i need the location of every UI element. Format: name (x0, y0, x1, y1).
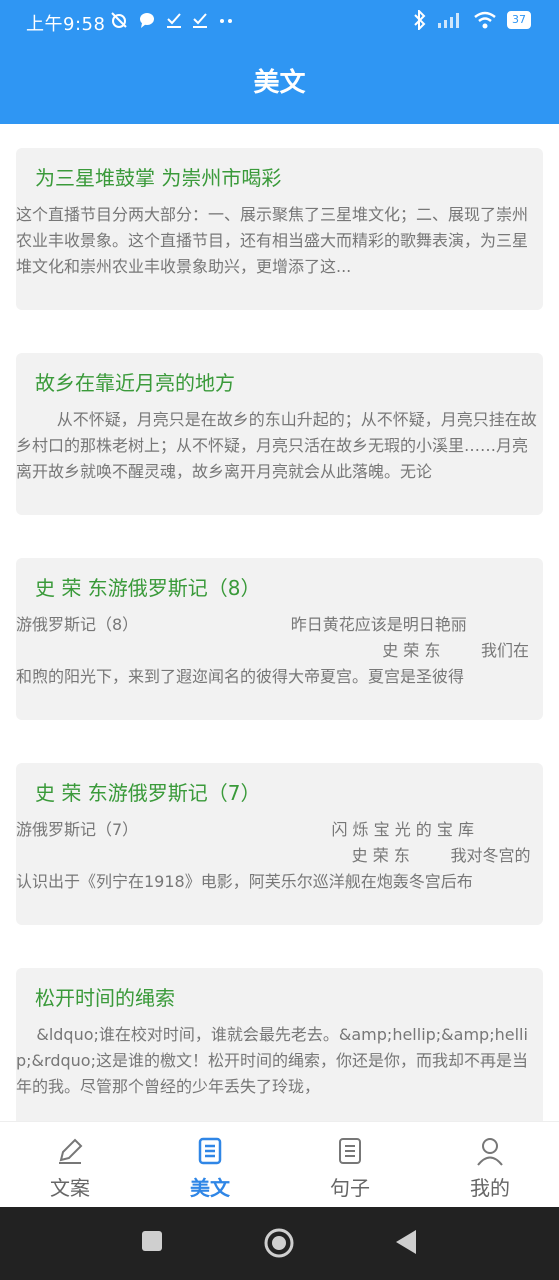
status-notification-icons (110, 11, 234, 29)
tab-label: 文案 (50, 1176, 90, 1200)
tab-label: 句子 (330, 1176, 370, 1200)
article-card[interactable]: 史 荣 东游俄罗斯记（8） 游俄罗斯记（8） 昨日黄花应该是明日艳丽 史 荣 东… (16, 558, 543, 720)
document-icon (339, 1138, 361, 1164)
tab-profile[interactable]: 我的 (420, 1122, 559, 1208)
status-time: 上午9:58 (26, 14, 106, 35)
app-header: 美文 (0, 44, 559, 124)
user-icon (477, 1138, 503, 1166)
alarm-off-icon (111, 12, 127, 28)
tab-copywriting[interactable]: 文案 (0, 1122, 140, 1208)
article-title: 史 荣 东游俄罗斯记（7） (35, 781, 261, 805)
article-title: 故乡在靠近月亮的地方 (35, 371, 235, 395)
article-title: 为三星堆鼓掌 为崇州市喝彩 (35, 166, 282, 190)
home-button[interactable] (263, 1227, 295, 1259)
article-excerpt: &ldquo;谁在校对时间，谁就会最先老去。&amp;hellip;&amp;h… (16, 1025, 528, 1096)
article-excerpt: 从不怀疑，月亮只是在故乡的东山升起的；从不怀疑，月亮只挂在故乡村口的那株老树上；… (16, 410, 537, 481)
status-bar: 上午9:58 37 (0, 0, 559, 44)
chat-bubble-icon (140, 13, 154, 28)
system-navigation-bar (0, 1207, 559, 1280)
document-icon (198, 1137, 222, 1165)
article-title: 史 荣 东游俄罗斯记（8） (35, 576, 261, 600)
pen-icon (59, 1138, 83, 1164)
article-excerpt: 游俄罗斯记（8） 昨日黄花应该是明日艳丽 史 荣 东 我们在和煦的阳光下，来到了… (16, 615, 530, 686)
more-dots-icon (220, 19, 232, 23)
article-card[interactable]: 松开时间的绳索 &ldquo;谁在校对时间，谁就会最先老去。&amp;helli… (16, 968, 543, 1121)
page-title: 美文 (253, 68, 306, 98)
bottom-tab-bar: 文案 美文 句子 我的 (0, 1121, 559, 1208)
tab-label: 我的 (470, 1176, 510, 1200)
tab-sentences[interactable]: 句子 (280, 1122, 420, 1208)
wifi-icon (474, 11, 496, 29)
article-title: 松开时间的绳索 (35, 986, 175, 1010)
tab-label: 美文 (190, 1176, 230, 1200)
article-excerpt: 这个直播节目分两大部分：一、展示聚焦了三星堆文化；二、展现了崇州农业丰收景象。这… (16, 205, 529, 276)
check-icon (193, 13, 207, 28)
article-excerpt: 游俄罗斯记（7） 闪 烁 宝 光 的 宝 库 史 荣 东 我对冬宫的认识出于《列… (16, 820, 531, 891)
back-button[interactable] (394, 1229, 418, 1255)
tab-articles[interactable]: 美文 (140, 1122, 280, 1208)
article-list[interactable]: 为三星堆鼓掌 为崇州市喝彩 这个直播节目分两大部分：一、展示聚焦了三星堆文化；二… (0, 124, 559, 1121)
battery-icon: 37 (507, 11, 531, 29)
bluetooth-icon (414, 10, 426, 30)
article-card[interactable]: 为三星堆鼓掌 为崇州市喝彩 这个直播节目分两大部分：一、展示聚焦了三星堆文化；二… (16, 148, 543, 310)
status-system-icons: 37 (413, 10, 531, 30)
article-card[interactable]: 故乡在靠近月亮的地方 从不怀疑，月亮只是在故乡的东山升起的；从不怀疑，月亮只挂在… (16, 353, 543, 515)
signal-icon (438, 13, 459, 28)
recents-button[interactable] (140, 1229, 164, 1253)
article-card[interactable]: 史 荣 东游俄罗斯记（7） 游俄罗斯记（7） 闪 烁 宝 光 的 宝 库 史 荣… (16, 763, 543, 925)
check-icon (167, 13, 181, 28)
